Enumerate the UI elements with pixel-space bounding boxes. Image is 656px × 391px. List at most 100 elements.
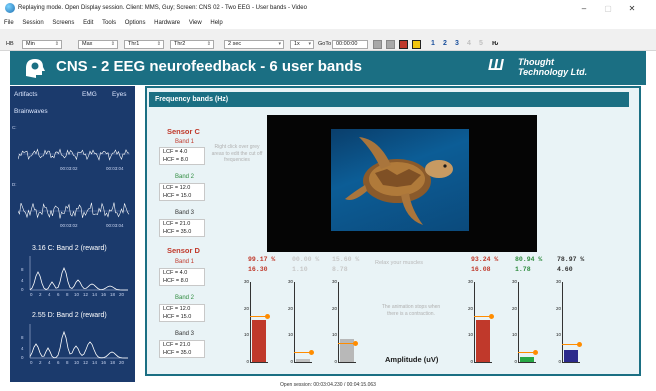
menu-edit[interactable]: Edit xyxy=(83,18,93,29)
thr1-select[interactable]: Thr1 ⇕ xyxy=(124,40,164,49)
lcf-value: LCF = 21.0 xyxy=(163,221,191,227)
menu-options[interactable]: Options xyxy=(125,18,146,29)
eyes-link[interactable]: Eyes xyxy=(112,91,126,98)
raw-eeg-d-graph: 00:03:02 00:03:04 xyxy=(18,189,130,231)
y-tick: 8 xyxy=(21,267,24,272)
page-3-button[interactable]: 3 xyxy=(455,40,459,47)
amplitude-gauge-4: 30 20 10 0 xyxy=(463,279,494,367)
record-button[interactable] xyxy=(399,40,408,49)
page-2-button[interactable]: 2 xyxy=(443,40,447,47)
x-tick: 20 xyxy=(119,292,125,297)
feedback-video[interactable] xyxy=(267,115,537,252)
gauge-y-tick: 0 xyxy=(334,359,337,364)
menu-tools[interactable]: Tools xyxy=(102,18,116,29)
gauge-percent: 80.94 % xyxy=(515,256,543,263)
goto-value: 00:00:00 xyxy=(336,41,358,47)
gauge-y-axis xyxy=(518,282,519,362)
maximize-button[interactable]: ▢ xyxy=(598,2,618,16)
menu-hardware[interactable]: Hardware xyxy=(154,18,180,29)
gauge-2: 00.00 % 1.10 xyxy=(292,256,319,273)
menu-screens[interactable]: Screens xyxy=(52,18,74,29)
x-tick: 4 xyxy=(48,292,51,297)
channel-d-label: D: xyxy=(12,182,17,187)
threshold-marker[interactable] xyxy=(518,350,538,356)
threshold-marker[interactable] xyxy=(294,350,314,356)
gauge-percent: 93.24 % xyxy=(471,256,499,263)
threshold-marker[interactable] xyxy=(562,342,582,348)
x-tick: 16 xyxy=(101,360,107,365)
sensor-d-title: Sensor D xyxy=(167,246,200,255)
goto-input[interactable]: 00:00:00 xyxy=(332,40,368,49)
close-button[interactable]: ✕ xyxy=(622,2,642,16)
gauge-value: 16.08 xyxy=(471,266,491,273)
sensor-d-band1-box[interactable]: LCF = 4.0 HCF = 8.0 xyxy=(159,268,205,286)
x-tick: 18 xyxy=(110,292,116,297)
speed-select[interactable]: 1x ▾ xyxy=(290,40,314,49)
minimize-button[interactable]: – xyxy=(574,2,594,16)
gauge-percent: 15.60 % xyxy=(332,256,360,263)
pause-button[interactable] xyxy=(412,40,421,49)
max-value: Max xyxy=(82,41,93,47)
amplitude-gauge-2: 30 20 10 0 xyxy=(283,279,314,367)
spectrum-c-caption: 3.16 C: Band 2 (reward) xyxy=(32,245,107,252)
lcf-value: LCF = 12.0 xyxy=(163,185,191,191)
gauge-y-tick: 10 xyxy=(331,332,337,338)
emg-link[interactable]: EMG xyxy=(82,91,97,98)
chevron-down-icon: ▾ xyxy=(278,41,281,47)
sensor-c-band2-box[interactable]: LCF = 12.0 HCF = 15.0 xyxy=(159,183,205,201)
spectrum-c-graph: 8 4 0 0 2 4 6 8 10 12 14 16 18 20 xyxy=(18,254,130,300)
duration-select[interactable]: 2 sec ▾ xyxy=(224,40,284,49)
sensor-d-band2-box[interactable]: LCF = 12.0 HCF = 15.0 xyxy=(159,304,205,322)
page-5-button[interactable]: 5 xyxy=(479,40,483,47)
tools-icon[interactable]: ԋ xyxy=(492,40,498,47)
threshold-marker[interactable] xyxy=(250,314,270,320)
spectrum-d-caption: 2.55 D: Band 2 (reward) xyxy=(32,312,107,319)
max-select[interactable]: Max ⇕ xyxy=(78,40,118,49)
page-4-button[interactable]: 4 xyxy=(467,40,471,47)
x-tick: 10 xyxy=(74,292,80,297)
raw-eeg-c-graph: 00:03:02 00:03:04 xyxy=(18,132,130,174)
gauge-y-tick: 0 xyxy=(470,359,473,364)
gauge-y-tick: 20 xyxy=(287,305,293,311)
thr2-select[interactable]: Thr2 ⇕ xyxy=(170,40,214,49)
app-icon xyxy=(5,3,15,13)
gauge-y-tick: 10 xyxy=(511,332,517,338)
gauge-4: 93.24 % 16.08 xyxy=(471,256,498,273)
menu-help[interactable]: Help xyxy=(210,18,222,29)
chevron-down-icon: ▾ xyxy=(308,41,311,47)
min-select[interactable]: Min ⇕ xyxy=(22,40,62,49)
gauge-y-tick: 10 xyxy=(243,332,249,338)
rewind-button[interactable] xyxy=(373,40,382,49)
sensor-c-band3-box[interactable]: LCF = 21.0 HCF = 35.0 xyxy=(159,219,205,237)
sensor-d-band3-box[interactable]: LCF = 21.0 HCF = 35.0 xyxy=(159,340,205,358)
amplitude-bar xyxy=(564,350,578,362)
threshold-marker[interactable] xyxy=(338,340,358,346)
menu-session[interactable]: Session xyxy=(22,18,43,29)
page-1-button[interactable]: 1 xyxy=(431,40,435,47)
artifacts-link[interactable]: Artifacts xyxy=(14,91,37,98)
hcf-value: HCF = 35.0 xyxy=(163,350,192,356)
gauge-y-tick: 30 xyxy=(243,279,249,284)
gauge-y-tick: 20 xyxy=(243,305,249,311)
amplitude-gauge-3: 30 20 10 0 xyxy=(327,279,358,367)
logo-line-2: Technology Ltd. xyxy=(518,67,588,77)
menu-file[interactable]: File xyxy=(4,18,14,29)
gauge-y-axis xyxy=(562,282,563,362)
thr2-value: Thr2 xyxy=(174,41,186,47)
y-tick: 4 xyxy=(21,346,24,351)
sensor-c-band1-box[interactable]: LCF = 4.0 HCF = 8.0 xyxy=(159,147,205,165)
hcf-value: HCF = 8.0 xyxy=(163,278,189,284)
time-tick: 00:03:02 xyxy=(60,223,78,228)
amplitude-bar xyxy=(476,319,490,362)
gauge-x-axis xyxy=(518,362,536,363)
threshold-marker[interactable] xyxy=(474,314,494,320)
spin-arrow-icon: ⇕ xyxy=(54,41,59,47)
relax-instruction: Relax your muscles xyxy=(375,260,423,266)
lcf-value: LCF = 12.0 xyxy=(163,306,191,312)
x-tick: 14 xyxy=(92,360,98,365)
frequency-bands-panel: Frequency bands (Hz) Sensor C Band 1 LCF… xyxy=(145,86,641,376)
stop-button[interactable] xyxy=(386,40,395,49)
gauge-y-tick: 30 xyxy=(555,279,561,284)
menu-view[interactable]: View xyxy=(189,18,202,29)
thr1-value: Thr1 xyxy=(128,41,140,47)
